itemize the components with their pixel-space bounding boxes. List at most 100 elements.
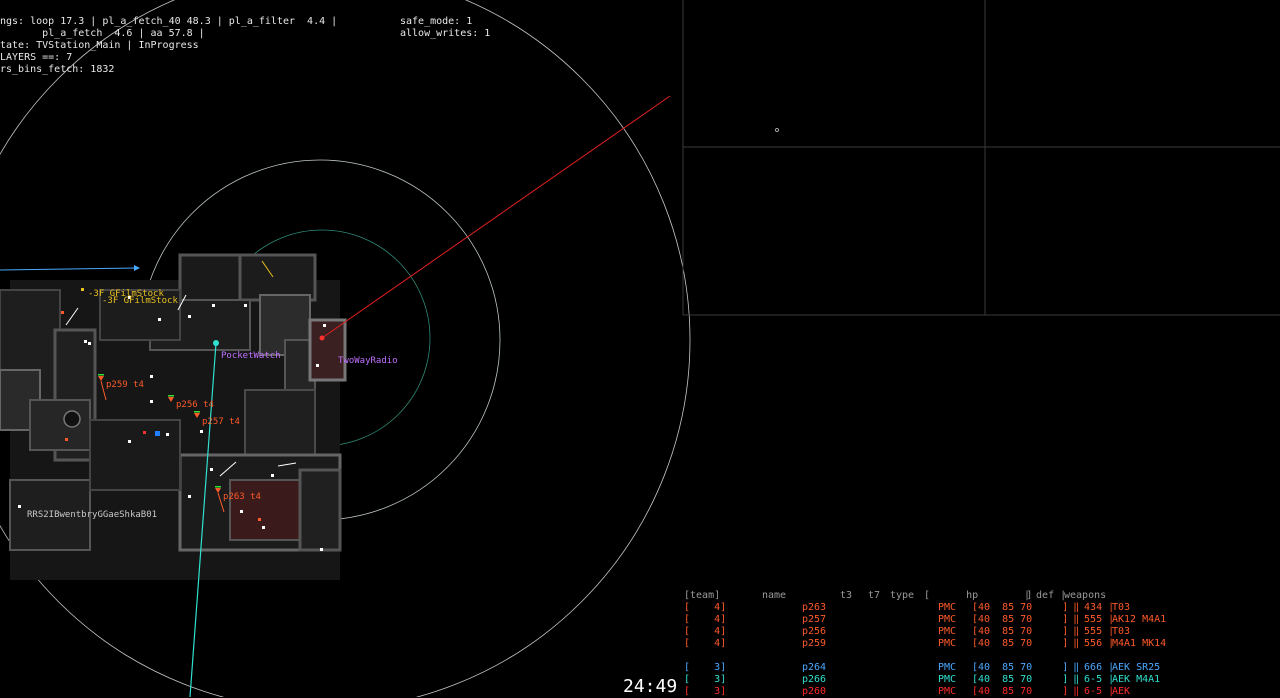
local-player-marker [213, 340, 219, 346]
loot-red-marker [143, 431, 146, 434]
table-body: [ 4] p263 PMC [40 85 70 ] | | 434 | T03[ 4] p2… [684, 602, 1232, 698]
cell-def: | 6-5 | [1072, 674, 1115, 685]
loot-orange-marker-3 [258, 518, 261, 521]
cell-t3 [882, 626, 906, 638]
cell-name: p263 [802, 602, 827, 613]
cell-t3 [882, 686, 906, 698]
debug-line-3: tate: TVStation_Main | InProgress [0, 40, 199, 51]
cell-name: p257 [802, 614, 827, 625]
table-row[interactable]: [ 4] p263 PMC [40 85 70 ] | | 434 | T03 [684, 602, 1232, 614]
player-table: [team] name t3 t7 type [ hp ] | def | we… [684, 590, 1232, 698]
quest-label-pocketwatch: PocketWatch [221, 351, 281, 361]
cell-name: p264 [802, 662, 827, 673]
cell-team: [ 3] [684, 686, 727, 697]
table-spacer [684, 650, 1232, 662]
cell-hp: [40 85 70 ] | [972, 602, 1081, 613]
table-row[interactable]: [ 4] p256 PMC [40 85 70 ] | | 555 | T03 [684, 626, 1232, 638]
radio-marker [319, 335, 325, 341]
cell-def: | 555 | [1072, 614, 1115, 625]
cell-weapons: AEK [1112, 686, 1131, 697]
safe-mode-flag: safe_mode: 1 [400, 16, 473, 27]
table-row[interactable]: [ 4] p257 PMC [40 85 70 ] | | 555 | AK12 M4A1 [684, 614, 1232, 626]
header-hp: [ hp ] [924, 590, 1033, 601]
header-def: | def | [1024, 590, 1067, 601]
cell-name: p259 [802, 638, 827, 649]
cell-t7 [906, 614, 938, 626]
raid-timer: 24:49 [623, 676, 678, 697]
player-label-p259: p259 t4 [106, 380, 144, 390]
cell-hp: [40 85 70 ] | [972, 662, 1081, 673]
cell-type: PMC [938, 662, 957, 673]
table-row[interactable]: [ 3] p266 PMC [40 85 70 ] | | 6-5 | AEK M4A1 [684, 674, 1232, 686]
loot-blue-marker [155, 431, 160, 436]
cell-team: [ 3] [684, 674, 727, 685]
debug-line-1: ngs: loop 17.3 | pl_a_fetch_40 48.3 | pl… [0, 16, 338, 27]
loot-yellow-marker [81, 288, 84, 291]
table-row[interactable]: [ 3] p260 PMC [40 85 70 ] | | 6-5 | AEK [684, 686, 1232, 698]
cell-name: p256 [802, 626, 827, 637]
player-label-p256: p256 t4 [176, 400, 214, 410]
cell-t7 [906, 686, 938, 698]
cell-team: [ 3] [684, 662, 727, 673]
cell-def: | 6-5 | [1072, 686, 1115, 697]
player-label-p257: p257 t4 [202, 417, 240, 427]
cell-weapons: T03 [1112, 626, 1131, 637]
arrow-blue [134, 265, 140, 271]
player-label-p263: p263 t4 [223, 492, 261, 502]
cell-weapons: T03 [1112, 602, 1131, 613]
cell-name: p260 [802, 686, 827, 697]
cell-hp: [40 85 70 ] | [972, 674, 1081, 685]
cell-t3 [882, 602, 906, 614]
cell-t3 [882, 662, 906, 674]
cell-weapons: AK12 M4A1 [1112, 614, 1167, 625]
cell-hp: [40 85 70 ] | [972, 614, 1081, 625]
cell-t7 [906, 662, 938, 674]
quest-label-twowayradio: TwoWayRadio [338, 356, 398, 366]
cell-weapons: M4A1 MK14 [1112, 638, 1167, 649]
cell-def: | 434 | [1072, 602, 1115, 613]
cell-t3 [882, 614, 906, 626]
allow-writes-flag: allow_writes: 1 [400, 28, 491, 39]
cell-weapons: AEK SR25 [1112, 662, 1161, 673]
cell-t7 [906, 638, 938, 650]
minimap-dot [775, 128, 779, 132]
cell-def: | 556 | [1072, 638, 1115, 649]
cell-team: [ 4] [684, 614, 727, 625]
cell-t3 [882, 638, 906, 650]
cell-team: [ 4] [684, 638, 727, 649]
table-row[interactable]: [ 4] p259 PMC [40 85 70 ] | | 556 | M4A1 MK14 [684, 638, 1232, 650]
header-t7: t7 [867, 590, 881, 601]
loot-label-filmstock-2: -3F GFilmStock [102, 296, 178, 306]
debug-line-2: pl_a_fetch 4.6 | aa 57.8 | [0, 28, 205, 39]
cell-def: | 666 | [1072, 662, 1115, 673]
cell-type: PMC [938, 686, 957, 697]
debug-stats: ngs: loop 17.3 | pl_a_fetch_40 48.3 | pl… [0, 4, 337, 88]
cell-t7 [906, 626, 938, 638]
loot-orange-marker-2 [65, 438, 68, 441]
cell-type: PMC [938, 674, 957, 685]
header-type: type [890, 590, 915, 601]
cell-hp: [40 85 70 ] | [972, 626, 1081, 637]
minimap-grid [682, 0, 1280, 316]
cell-hp: [40 85 70 ] | [972, 638, 1081, 649]
cell-type: PMC [938, 614, 957, 625]
cell-t3 [882, 674, 906, 686]
cell-type: PMC [938, 602, 957, 613]
cell-team: [ 4] [684, 626, 727, 637]
debug-line-5: rs_bins_fetch: 1832 [0, 64, 115, 75]
cell-t7 [906, 674, 938, 686]
header-weapons: weapons [1064, 590, 1107, 601]
cell-team: [ 4] [684, 602, 727, 613]
debug-line-4: LAYERS ==: 7 [0, 52, 73, 63]
cell-name: p266 [802, 674, 827, 685]
overlap-label: RRS2IBwentbryGGaeShkaB01 [27, 510, 158, 520]
cell-def: | 555 | [1072, 626, 1115, 637]
cell-type: PMC [938, 638, 957, 649]
table-row[interactable]: [ 3] p264 PMC [40 85 70 ] | | 666 | AEK SR25 [684, 662, 1232, 674]
header-t3: t3 [839, 590, 853, 601]
header-name: name [762, 590, 787, 601]
loot-orange-marker-1 [61, 311, 64, 314]
table-header: [team] name t3 t7 type [ hp ] | def | we… [684, 590, 1232, 602]
cell-type: PMC [938, 626, 957, 637]
cell-hp: [40 85 70 ] | [972, 686, 1081, 697]
